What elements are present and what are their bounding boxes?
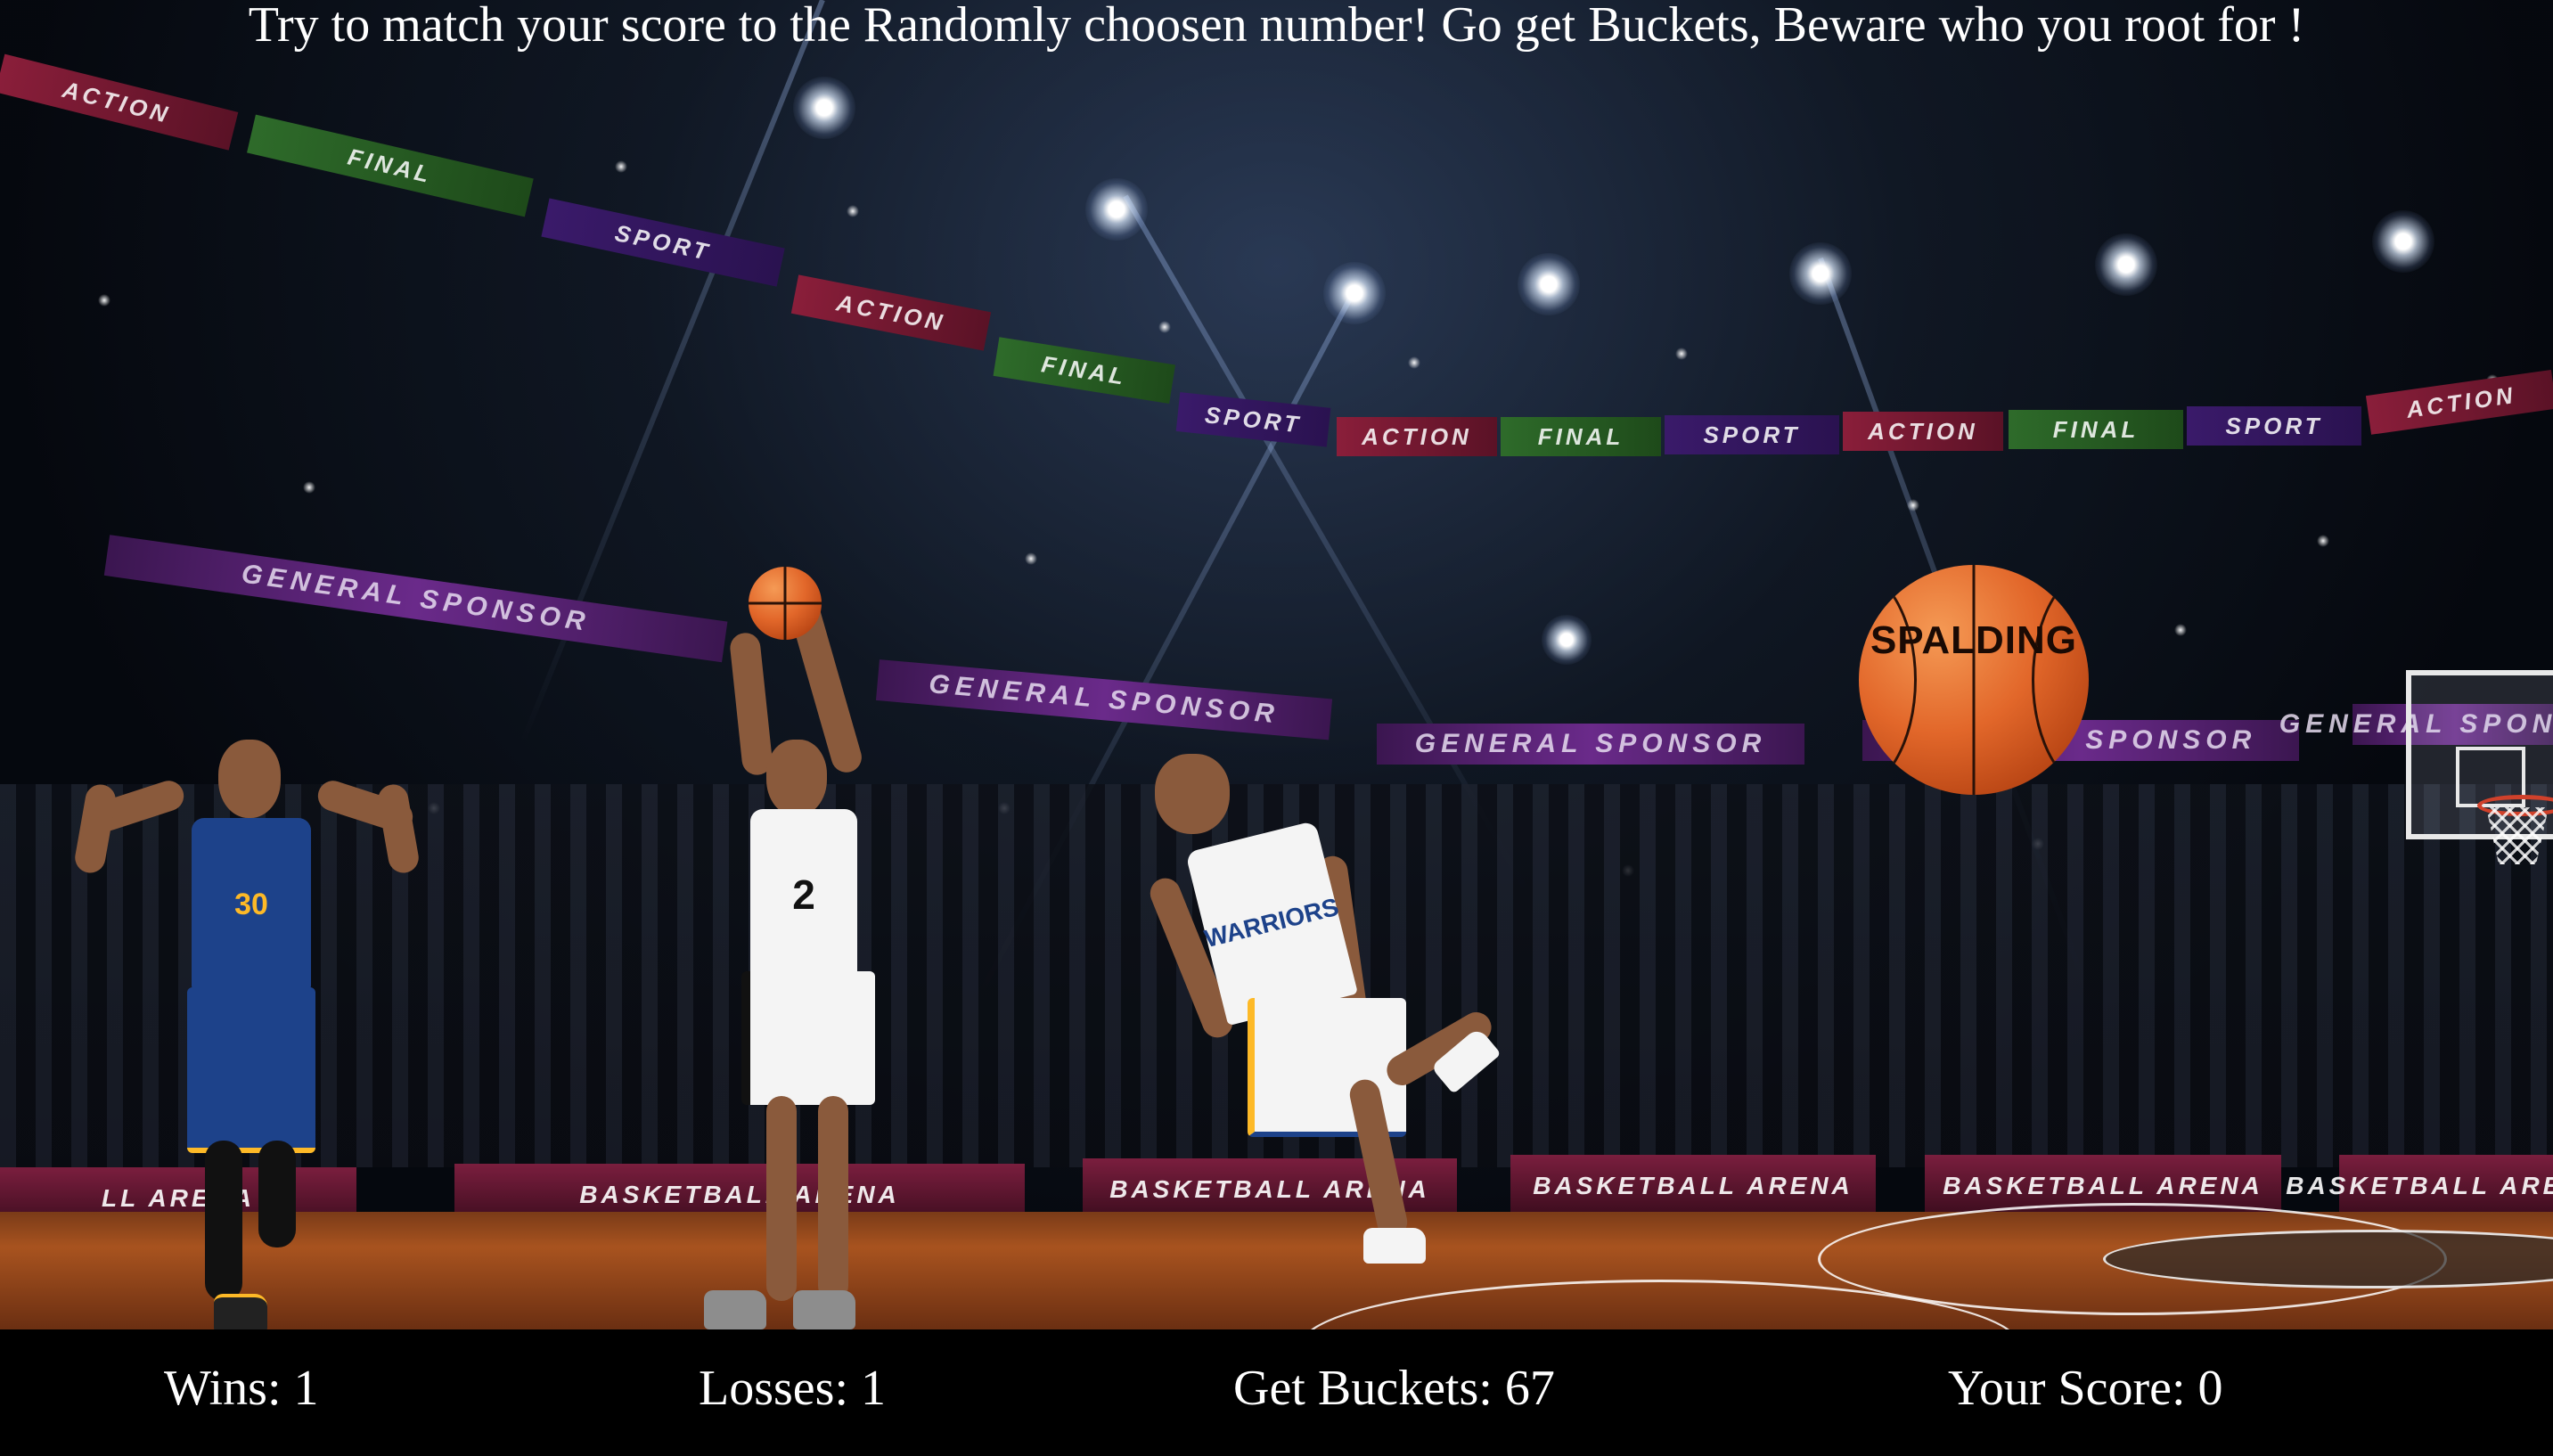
wins-label: Wins: <box>164 1361 282 1416</box>
stadium-light <box>1542 615 1592 665</box>
player-shorts <box>741 971 875 1105</box>
basketball-icon <box>749 567 822 640</box>
camera-flash <box>1158 321 1171 333</box>
player-warriors-30[interactable]: 30 <box>72 731 428 1329</box>
player-shorts <box>187 987 315 1153</box>
ring-banner: SPORT <box>541 198 785 287</box>
jersey-number: 2 <box>792 871 815 918</box>
ring-banner: ACTION <box>0 53 239 151</box>
ball-brand: SPALDING <box>1870 618 2078 662</box>
player-leg <box>766 1096 797 1301</box>
camera-flash <box>98 294 110 307</box>
camera-flash <box>303 481 315 494</box>
stadium-light <box>1085 178 1148 241</box>
arena-background: ACTION FINAL SPORT ACTION FINAL SPORT AC… <box>0 0 2553 1329</box>
ring-banner: FINAL <box>2009 410 2183 449</box>
target-value: 67 <box>1504 1361 1555 1416</box>
jersey-number: 30 <box>234 887 268 921</box>
target-label: Get Buckets: <box>1233 1361 1493 1416</box>
player-shoe <box>793 1290 855 1329</box>
player-spurs-2[interactable]: 2 <box>695 561 900 1329</box>
player-leg <box>258 1141 296 1247</box>
score-label: Your Score: <box>1948 1361 2186 1416</box>
camera-flash <box>615 160 627 173</box>
ring-banner: SPORT <box>1665 415 1839 454</box>
ring-banner: SPORT <box>1175 392 1331 447</box>
stadium-light <box>2372 210 2434 273</box>
score-stat: Your Score: 0 <box>1948 1362 2223 1415</box>
camera-flash <box>2317 535 2329 547</box>
camera-flash <box>1675 348 1688 360</box>
player-jersey: 30 <box>192 818 311 991</box>
player-head <box>1155 754 1230 834</box>
court-board: BASKETBALL ARENA <box>1510 1155 1876 1217</box>
stadium-light <box>793 77 855 139</box>
court-board: BASKETBALL ARENA <box>2286 1155 2553 1217</box>
player-leg <box>818 1096 848 1301</box>
target-stat: Get Buckets: 67 <box>1233 1362 1555 1415</box>
camera-flash <box>1025 552 1037 565</box>
stadium-light <box>1518 253 1580 315</box>
ring-banner: SPORT <box>2187 406 2361 446</box>
ring-banner: ACTION <box>790 274 992 351</box>
wins-value: 1 <box>293 1361 319 1416</box>
wins-stat: Wins: 1 <box>164 1362 319 1415</box>
sponsor-banner: GENERAL SPONSOR <box>103 535 728 663</box>
ring-banner: ACTION <box>2365 369 2553 435</box>
camera-flash <box>2174 624 2187 636</box>
player-jersey: 2 <box>750 809 857 980</box>
ring-banner: FINAL <box>247 114 534 217</box>
jersey-team-text: WARRIORS <box>1201 892 1342 953</box>
sponsor-banner: GENERAL SPONSOR <box>875 659 1333 740</box>
player-head <box>218 740 281 818</box>
stadium-light <box>2095 233 2157 296</box>
stadium-light <box>1789 242 1852 305</box>
player-shoe <box>1363 1228 1426 1264</box>
ring-banner: FINAL <box>1501 417 1661 456</box>
ring-banner: ACTION <box>1843 412 2003 451</box>
scoreboard: Wins: 1 Losses: 1 Get Buckets: 67 Your S… <box>0 1329 2553 1456</box>
losses-label: Losses: <box>699 1361 848 1416</box>
player-leg <box>205 1141 242 1301</box>
player-shoe <box>704 1290 766 1329</box>
camera-flash <box>1907 499 1919 511</box>
camera-flash <box>1408 356 1420 369</box>
basketball-button[interactable]: SPALDING <box>1859 565 2089 795</box>
ring-banner: FINAL <box>993 337 1175 405</box>
losses-value: 1 <box>861 1361 886 1416</box>
player-warriors-11[interactable]: WARRIORS <box>1145 748 1506 1319</box>
camera-flash <box>847 205 859 217</box>
stadium-light <box>1323 262 1386 324</box>
game-instructions: Try to match your score to the Randomly … <box>248 0 2305 53</box>
ring-banner: ACTION <box>1337 417 1497 456</box>
player-arm <box>375 781 421 876</box>
losses-stat: Losses: 1 <box>699 1362 886 1415</box>
player-arm <box>728 631 774 777</box>
player-head <box>766 740 827 816</box>
player-shoe <box>214 1294 267 1329</box>
score-value: 0 <box>2197 1361 2223 1416</box>
game-stage: ACTION FINAL SPORT ACTION FINAL SPORT AC… <box>0 0 2553 1456</box>
